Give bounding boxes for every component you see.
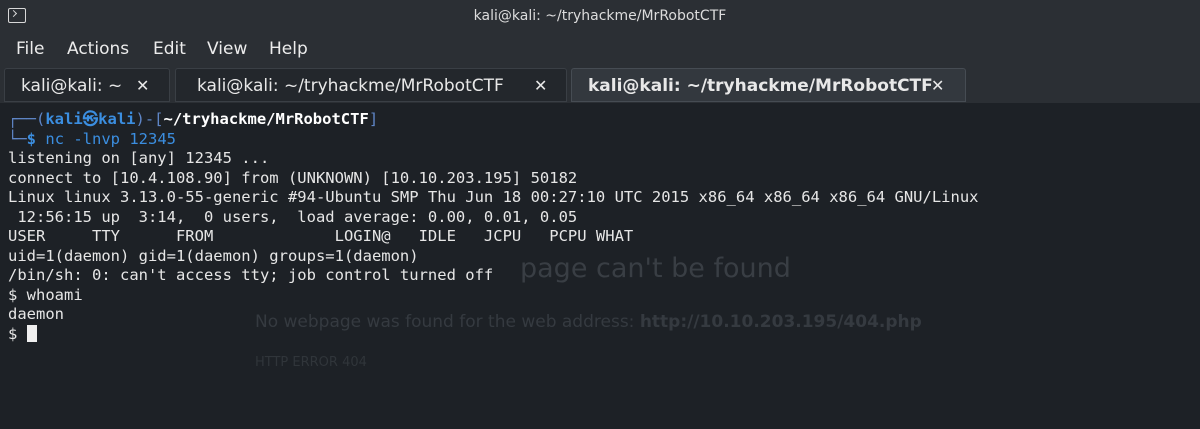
close-icon[interactable]: ✕ <box>534 76 547 95</box>
text-cursor <box>26 324 37 342</box>
prompt-sep: )-[ <box>135 110 164 128</box>
prompt-command: nc -lnvp 12345 <box>45 129 177 148</box>
tab-label: kali@kali: ~/tryhackme/MrRobotCTF <box>588 76 933 96</box>
title-bar: kali@kali: ~/tryhackme/MrRobotCTF <box>0 0 1200 32</box>
prompt-dir: ~/tryhackme/MrRobotCTF <box>163 110 369 128</box>
output-line: $ whoami <box>8 285 83 304</box>
output-line: uid=1(daemon) gid=1(daemon) groups=1(dae… <box>8 246 419 265</box>
prompt-close: ] <box>368 110 379 128</box>
menu-view[interactable]: View <box>207 39 247 59</box>
terminal-output[interactable]: page can't be found No webpage was found… <box>0 103 1200 429</box>
prompt-at: ㉿ <box>82 110 99 128</box>
terminal-lines: ┌──(kali㉿kali)-[~/tryhackme/MrRobotCTF] … <box>8 110 979 344</box>
output-line: connect to [10.4.108.90] from (UNKNOWN) … <box>8 168 578 187</box>
output-line: USER TTY FROM LOGIN@ IDLE JCPU PCPU WHAT <box>8 227 634 245</box>
close-icon[interactable]: ✕ <box>136 76 149 95</box>
prompt-dollar: $ <box>26 129 37 148</box>
tab-home[interactable]: kali@kali: ~ ✕ <box>4 68 170 102</box>
menu-actions[interactable]: Actions <box>67 39 129 59</box>
tab-mrrobotctf-2[interactable]: kali@kali: ~/tryhackme/MrRobotCTF ✕ <box>571 68 966 102</box>
prompt-corner-bottom: └─ <box>8 129 27 148</box>
prompt-line-top: ┌──(kali㉿kali)-[~/tryhackme/MrRobotCTF] <box>8 110 979 130</box>
output-line: listening on [any] 12345 ... <box>8 149 270 167</box>
shell-prompt: $ <box>8 324 27 343</box>
close-icon[interactable]: ✕ <box>931 76 944 95</box>
output-line: 12:56:15 up 3:14, 0 users, load average:… <box>8 207 578 226</box>
tab-label: kali@kali: ~/tryhackme/MrRobotCTF <box>197 76 504 96</box>
tab-label: kali@kali: ~ <box>21 76 123 96</box>
tab-mrrobotctf-1[interactable]: kali@kali: ~/tryhackme/MrRobotCTF ✕ <box>175 68 567 102</box>
shell-prompt-line: $ <box>8 324 979 345</box>
tab-bar: kali@kali: ~ ✕ kali@kali: ~/tryhackme/Mr… <box>0 66 1200 103</box>
prompt-line-command: └─$ nc -lnvp 12345 <box>8 130 979 150</box>
output-line: daemon <box>8 305 64 323</box>
output-line: /bin/sh: 0: can't access tty; job contro… <box>8 266 494 284</box>
window-title: kali@kali: ~/tryhackme/MrRobotCTF <box>473 8 727 24</box>
prompt-host: kali <box>98 110 136 128</box>
prompt-user: kali <box>45 110 83 128</box>
menu-file[interactable]: File <box>16 39 44 59</box>
prompt-corner-top: ┌──( <box>8 110 46 128</box>
menu-edit[interactable]: Edit <box>153 39 186 59</box>
ghost-error-code: HTTP ERROR 404 <box>255 355 367 370</box>
menu-help[interactable]: Help <box>269 39 308 59</box>
menu-bar: File Actions Edit View Help <box>0 32 1200 66</box>
output-line: Linux linux 3.13.0-55-generic #94-Ubuntu… <box>8 188 979 206</box>
